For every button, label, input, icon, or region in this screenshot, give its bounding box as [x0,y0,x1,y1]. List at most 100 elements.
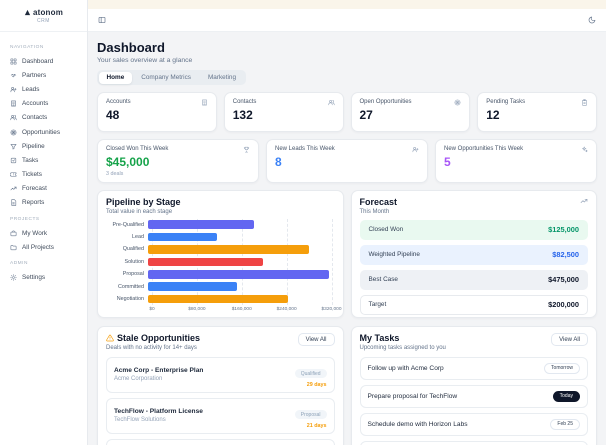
all-projects-icon [10,244,17,251]
stat-card-contacts: Contacts 132 [223,92,344,132]
forecast-row-value: $82,500 [552,250,579,259]
forecast-row-label: Best Case [368,276,398,283]
logo-sub: CRM [37,18,50,24]
theme-toggle-icon[interactable] [588,16,596,24]
leads-icon [10,86,17,93]
task-item[interactable]: Schedule demo with Horizon Labs Feb 25 [359,412,588,436]
chart-rows: Pre-Qualified Lead Qualified Solution Propos… [106,219,335,306]
chart-row-solution: Solution [106,256,335,268]
chart-x-tick-label: $80,000 [188,307,206,313]
contacts-icon [10,114,17,121]
sidebar-item-forecast[interactable]: Forecast [8,182,79,196]
stale-opportunities-list: Acme Corp - Enterprise Plan Acme Corporat… [106,356,335,445]
sidebar-item-label: Tickets [22,171,43,179]
trending-up-icon [580,197,588,205]
chart-bar[interactable] [148,294,289,304]
logo-icon [24,9,31,16]
task-item[interactable]: Prepare proposal for TechFlow Today [359,384,588,408]
chart-bar[interactable] [148,257,263,267]
sidebar-item-contacts[interactable]: Contacts [8,111,79,125]
app-root: { "sidebar": { "logo": { "name": "atonom… [0,0,606,445]
page-subtitle: Your sales overview at a glance [97,57,193,64]
chart-x-tick-label: $160,000 [231,307,252,313]
sidebar-item-my-work[interactable]: My Work [8,226,79,240]
sidebar-section-label: Admin [10,261,28,267]
highlight-card-new-opportunities-this-week: New Opportunities This Week 5 [435,139,597,183]
sidebar-item-leads[interactable]: Leads [8,82,79,96]
opportunity-company: Acme Corporation [114,375,163,382]
chart-bar[interactable] [148,269,329,279]
sidebar-item-label: Opportunities [22,128,61,136]
sidebar-item-accounts[interactable]: Accounts [8,97,79,111]
tab-company-metrics[interactable]: Company Metrics [133,72,199,84]
tab-marketing[interactable]: Marketing [200,72,244,84]
forecast-rows: Closed Won $125,000 Weighted Pipeline $82,5… [359,219,588,315]
task-item[interactable]: Follow up with Acme Corp Tomorrow [359,356,588,380]
stale-opportunity-item[interactable]: Pinnacle - Annual SubscriptionPinnacle I… [106,438,335,445]
highlight-card-subtext: 3 deals [106,171,124,177]
users-icon [327,99,335,106]
forecast-row-best-case: Best Case $475,000 [359,269,588,290]
chart-bar[interactable] [148,220,255,229]
chart-category-label: Pre-Qualified [112,221,144,228]
pipeline-chart-subtitle: Total value in each stage [106,208,173,215]
task-due-badge: Feb 25 [550,418,580,430]
sidebar-item-partners[interactable]: Partners [8,68,79,82]
opportunity-name: TechFlow - Platform License [114,408,203,416]
chart-bar[interactable] [148,245,309,254]
sidebar-item-dashboard[interactable]: Dashboard [8,54,79,68]
chart-row-proposal: Proposal [106,268,335,280]
sidebar-item-reports[interactable]: Reports [8,196,79,210]
pipeline-bar-chart: Pre-Qualified Lead Qualified Solution Propos… [106,218,342,316]
task-name: Follow up with Acme Corp [367,364,444,372]
task-name: Schedule demo with Horizon Labs [367,420,468,428]
pipeline-by-stage-panel: Pipeline by Stage Total value in each st… [97,190,344,318]
sidebar-item-label: Contacts [22,114,48,122]
chart-category-label: Qualified [122,246,144,253]
stale-opportunity-item[interactable]: Acme Corp - Enterprise Plan Acme Corporat… [106,356,335,393]
tab-bar: Home Company Metrics Marketing [97,70,246,85]
sidebar-item-all-projects[interactable]: All Projects [8,240,79,254]
forecast-panel: Forecast This Month Closed Won $125,000 We… [350,190,597,318]
stat-card-value: 48 [106,108,120,122]
stale-opportunities-title-text: Stale Opportunities [117,333,201,343]
sidebar-item-settings[interactable]: Settings [8,270,79,284]
forecast-row-value: $125,000 [548,225,579,234]
main-column: Dashboard Your sales overview at a glanc… [88,0,606,445]
chart-bar-track [148,282,332,291]
opportunity-company: TechFlow Solutions [114,416,166,423]
clipboard-icon [581,99,588,106]
sidebar-item-tickets[interactable]: Tickets [8,168,79,182]
stat-card-value: 27 [359,108,373,122]
chart-x-axis: $0 $80,000 $160,000 $240,000 $320,000 [149,307,341,315]
user-plus-icon [412,146,419,153]
stale-opportunities-view-all-button[interactable]: View All [297,333,335,346]
forecast-title: Forecast [359,197,398,207]
stat-card-label: Accounts [106,99,131,105]
chart-bar-track [148,294,332,304]
sidebar-item-label: Leads [22,85,40,93]
stat-card-accounts: Accounts 48 [97,92,217,132]
stat-card-label: Open Opportunities [359,99,412,105]
highlight-card-row: Closed Won This Week $45,000 3 deals New Le… [97,139,597,183]
chart-bar[interactable] [148,282,237,291]
sidebar-section-label: Navigation [10,45,44,50]
tab-home[interactable]: Home [98,71,133,84]
forecast-row-value: $200,000 [548,300,579,309]
task-item[interactable]: Review contract terms - PinnacleFeb 27 [359,440,588,445]
chart-bar[interactable] [148,232,217,242]
stale-opportunity-item[interactable]: TechFlow - Platform License TechFlow Solu… [106,397,335,434]
trophy-icon [243,146,250,153]
my-tasks-view-all-button[interactable]: View All [551,333,588,346]
stale-opportunities-panel: Stale Opportunities Deals with no activi… [97,326,344,445]
highlight-card-label: New Opportunities This Week [444,146,524,152]
sidebar-item-tasks[interactable]: Tasks [8,153,79,167]
sidebar-toggle-icon[interactable] [98,16,106,24]
window-top-strip [88,0,606,9]
highlight-card-value: $45,000 [106,155,150,169]
highlight-card-value: 5 [444,155,451,169]
task-due-badge: Today [552,390,580,402]
sidebar-item-opportunities[interactable]: Opportunities [8,125,79,139]
stat-card-value: 132 [232,108,253,122]
sidebar-item-pipeline[interactable]: Pipeline [8,139,79,153]
